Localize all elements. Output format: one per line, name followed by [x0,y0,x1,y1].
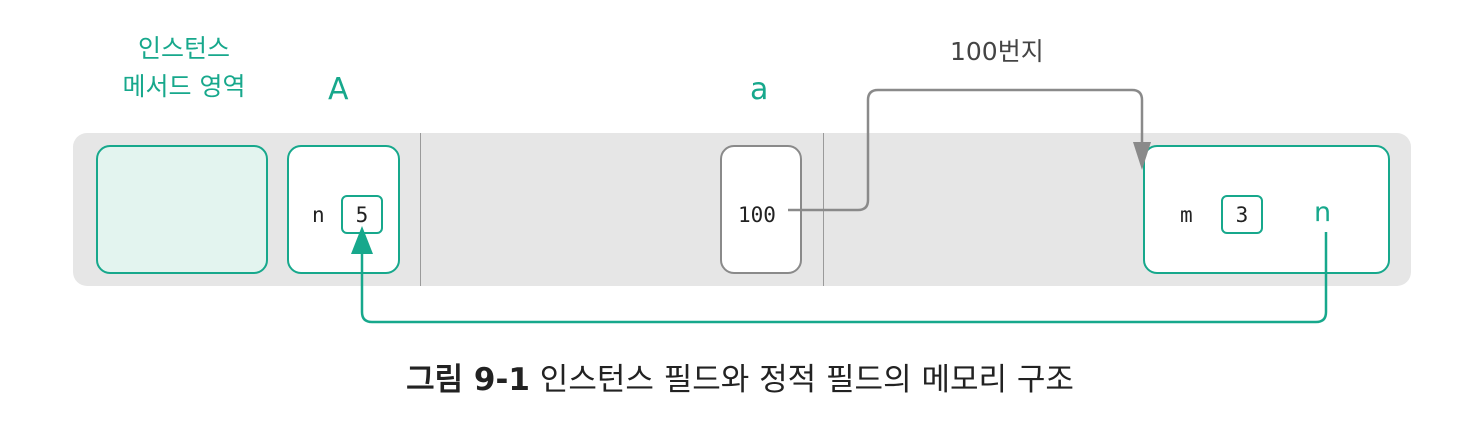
static-link-arrow-line [360,232,1328,324]
figure-caption: 그림 9-1 인스턴스 필드와 정적 필드의 메모리 구조 [0,358,1480,402]
reference-arrow-head [1133,142,1151,170]
figure-caption-text: 인스턴스 필드와 정적 필드의 메모리 구조 [539,362,1074,398]
figure-number: 그림 9-1 [406,362,530,398]
reference-arrow-line [788,88,1144,212]
static-link-arrow-head [351,226,373,254]
